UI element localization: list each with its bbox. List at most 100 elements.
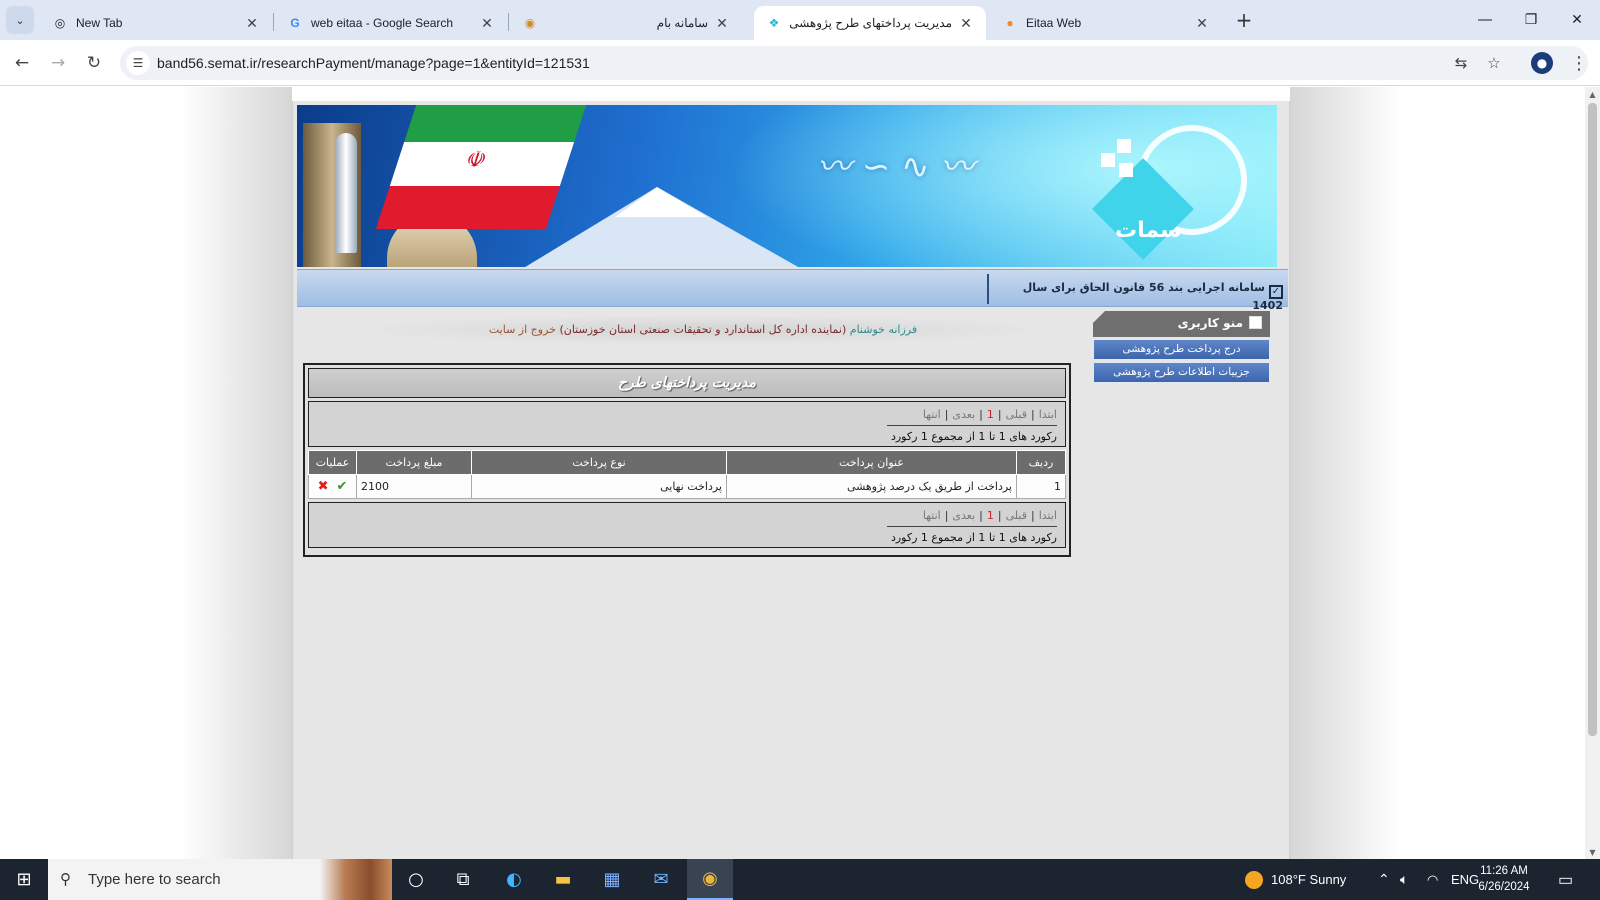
payments-panel: مدیریت پرداختهای طرح ابتدا|قبلی|1|بعدی|ا… xyxy=(303,363,1071,557)
tab-title: New Tab xyxy=(76,16,123,30)
panel-title: مدیریت پرداختهای طرح xyxy=(308,368,1066,398)
pager-last-link[interactable]: انتها xyxy=(923,509,941,522)
user-menu-header: منو کاربری xyxy=(1093,311,1270,337)
search-icon: ⚲ xyxy=(60,871,71,888)
windows-start-icon[interactable]: ⊞ xyxy=(0,859,48,900)
profile-avatar-icon[interactable]: ● xyxy=(1531,52,1553,74)
weather-text: 108°F Sunny xyxy=(1271,872,1347,887)
volume-icon[interactable]: 🔈︎ xyxy=(1400,859,1408,900)
pager-summary: رکورد های 1 تا 1 از مجموع 1 رکورد xyxy=(890,531,1057,544)
scroll-down-icon[interactable]: ▼ xyxy=(1585,845,1600,859)
menu-item-project-details[interactable]: جزییات اطلاعات طرح پژوهشی xyxy=(1093,362,1270,383)
url-text[interactable]: band56.semat.ir/researchPayment/manage?p… xyxy=(157,55,590,71)
edit-check-icon[interactable]: ✔ xyxy=(337,479,348,494)
delete-icon[interactable]: ✖ xyxy=(318,479,329,494)
pager-last-link[interactable]: انتها xyxy=(923,408,941,421)
system-title-bar: ✓سامانه اجرایی بند 56 قانون الحاق برای س… xyxy=(297,269,1288,312)
pager-underline xyxy=(887,425,1057,426)
user-menu-title: منو کاربری xyxy=(1177,316,1243,330)
eitaa-icon: ● xyxy=(1006,16,1014,30)
row-type: پرداخت نهایی xyxy=(471,474,727,499)
bam-icon: ◉ xyxy=(524,16,536,30)
wifi-icon[interactable]: ◠ xyxy=(1427,859,1438,900)
page-shadow-left xyxy=(180,87,292,859)
back-icon[interactable]: ← xyxy=(8,49,36,77)
sun-icon xyxy=(1245,870,1263,889)
scroll-up-icon[interactable]: ▲ xyxy=(1585,87,1600,101)
row-actions-cell: ✖ ✔ xyxy=(308,474,357,499)
minimize-icon[interactable]: ― xyxy=(1462,0,1508,40)
mail-icon[interactable]: ✉ xyxy=(638,859,684,900)
page-container: ☫ 〰 ∽ ∿ 〰 سمات ✓سامانه اجرایی بند 56 قان… xyxy=(292,101,1290,859)
row-amount: 2100 xyxy=(356,474,472,499)
tab-payment-management[interactable]: ❖ مدیریت پرداختهای طرح پژوهشی ✕ xyxy=(754,6,986,40)
close-window-icon[interactable]: ✕ xyxy=(1554,0,1600,40)
table-row: ✖ ✔ 2100 پرداخت نهایی پرداخت از طریق یک د… xyxy=(308,474,1066,499)
checkbox-icon: ✓ xyxy=(1269,285,1283,299)
task-view-icon[interactable]: ⧉ xyxy=(440,859,486,900)
search-placeholder: Type here to search xyxy=(88,871,221,888)
cortana-icon[interactable]: ○ xyxy=(393,859,439,900)
scrollbar-thumb[interactable] xyxy=(1588,103,1597,736)
tab-separator xyxy=(273,13,274,31)
close-tab-icon[interactable]: ✕ xyxy=(244,15,260,32)
pager-first-link[interactable]: ابتدا xyxy=(1039,408,1057,421)
close-tab-icon[interactable]: ✕ xyxy=(714,15,730,32)
menu-item-insert-payment[interactable]: درج پرداخت طرح پژوهشی xyxy=(1093,339,1270,360)
pager-bottom: ابتدا|قبلی|1|بعدی|انتها رکورد های 1 تا 1… xyxy=(308,502,1066,548)
tab-separator xyxy=(508,13,509,31)
more-menu-icon[interactable]: ⋮ xyxy=(1567,50,1591,76)
logout-link[interactable]: خروج از سایت xyxy=(489,323,556,336)
site-info-icon[interactable]: ☰ xyxy=(126,51,150,75)
taskbar-search-box[interactable]: ⚲ Type here to search xyxy=(48,859,392,900)
column-header-actions: عملیات xyxy=(308,450,357,475)
tab-eitaa-web[interactable]: ● Eitaa Web ✕ xyxy=(990,6,1222,40)
omnibox[interactable]: ☰ band56.semat.ir/researchPayment/manage… xyxy=(120,46,1588,80)
chrome-taskbar-icon[interactable]: ◉ xyxy=(687,859,733,900)
file-explorer-icon[interactable]: ▬ xyxy=(540,859,586,900)
title-divider xyxy=(987,274,989,304)
forward-icon[interactable]: → xyxy=(44,49,72,77)
semat-icon: ❖ xyxy=(768,16,780,30)
pager-first-link[interactable]: ابتدا xyxy=(1039,509,1057,522)
restore-icon[interactable]: ❐ xyxy=(1508,0,1554,40)
column-header-type: نوع پرداخت xyxy=(471,450,727,475)
new-tab-icon[interactable]: + xyxy=(1232,8,1256,32)
pager-next-link[interactable]: بعدی xyxy=(952,408,975,421)
welcome-line: فرزانه خوشنام (نماینده اداره کل استاندار… xyxy=(383,323,1023,336)
google-icon: G xyxy=(290,16,300,30)
store-icon[interactable]: ▦ xyxy=(589,859,635,900)
column-header-index: ردیف xyxy=(1016,450,1066,475)
tab-bam[interactable]: ◉ سامانه بام ✕ xyxy=(510,6,742,40)
column-header-amount: مبلغ پرداخت xyxy=(356,450,472,475)
tab-new-tab[interactable]: ◎ New Tab ✕ xyxy=(40,6,272,40)
windows-taskbar: ⊞ ⚲ Type here to search ○ ⧉ ◐ ▬ ▦ ✉ ◉ 10… xyxy=(0,859,1600,900)
tab-search-dropdown-icon[interactable]: ⌄ xyxy=(6,6,34,34)
notification-icon[interactable]: ▭ xyxy=(1558,859,1573,900)
user-name: فرزانه خوشنام xyxy=(849,323,918,336)
taskbar-clock[interactable]: 11:26 AM 6/26/2024 xyxy=(1470,863,1538,895)
close-tab-icon[interactable]: ✕ xyxy=(958,15,974,32)
translate-icon[interactable]: ⇆ xyxy=(1450,52,1472,74)
browser-tab-bar: ⌄ ◎ New Tab ✕ G web eitaa - Google Searc… xyxy=(0,0,1600,40)
weather-widget[interactable]: 108°F Sunny xyxy=(1245,859,1346,900)
pager-links: ابتدا|قبلی|1|بعدی|انتها xyxy=(922,509,1057,522)
banner-calligraphy: 〰 ∽ ∿ 〰 xyxy=(817,147,975,187)
semat-logo: سمات xyxy=(1092,123,1247,263)
pager-prev-link[interactable]: قبلی xyxy=(1006,509,1027,522)
close-tab-icon[interactable]: ✕ xyxy=(479,15,495,32)
tray-chevron-icon[interactable]: ⌃ xyxy=(1378,859,1390,900)
search-highlight-image xyxy=(320,859,392,900)
tab-google-search[interactable]: G web eitaa - Google Search ✕ xyxy=(275,6,507,40)
pager-next-link[interactable]: بعدی xyxy=(952,509,975,522)
page-viewport: ☫ 〰 ∽ ∿ 〰 سمات ✓سامانه اجرایی بند 56 قان… xyxy=(0,87,1585,859)
system-title: ✓سامانه اجرایی بند 56 قانون الحاق برای س… xyxy=(997,281,1283,312)
bookmark-star-icon[interactable]: ☆ xyxy=(1483,52,1505,74)
close-tab-icon[interactable]: ✕ xyxy=(1194,15,1210,32)
pager-prev-link[interactable]: قبلی xyxy=(1006,408,1027,421)
page-scrollbar[interactable]: ▲ ▼ xyxy=(1585,87,1600,859)
tab-title: web eitaa - Google Search xyxy=(311,16,454,30)
reload-icon[interactable]: ↻ xyxy=(80,49,108,77)
edge-icon[interactable]: ◐ xyxy=(491,859,537,900)
clock-date: 6/26/2024 xyxy=(1478,881,1530,893)
